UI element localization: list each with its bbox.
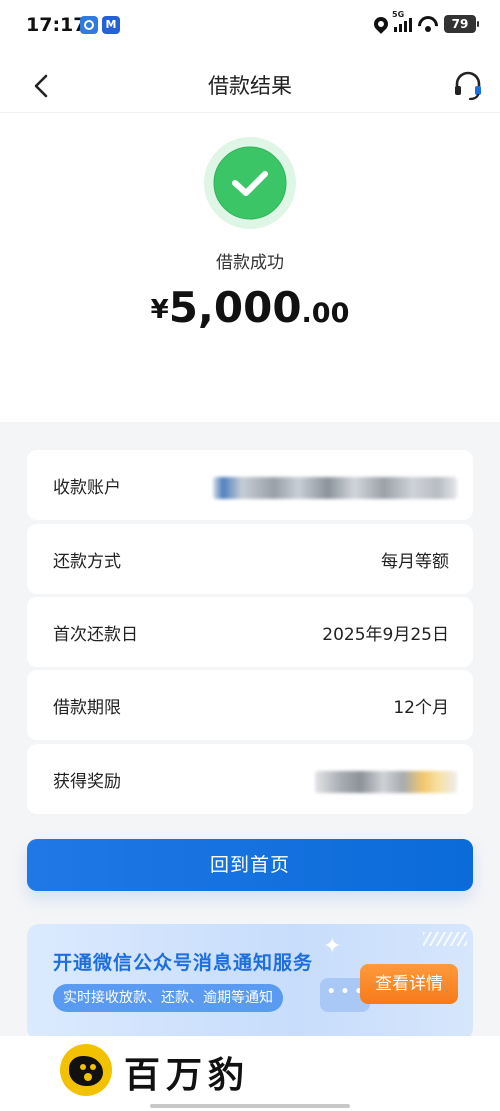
customer-service-button[interactable] — [450, 68, 486, 104]
page-title: 借款结果 — [208, 74, 292, 98]
sparkle-icon: ✦ — [323, 934, 342, 959]
battery-icon: 79 — [444, 15, 479, 33]
back-to-home-button[interactable]: 回到首页 — [27, 839, 473, 891]
banner-title: 开通微信公众号消息通知服务 — [53, 952, 314, 974]
row-value: 每月等额 — [381, 552, 449, 572]
detail-row-reward: 获得奖励 — [27, 744, 473, 814]
location-icon — [371, 14, 391, 34]
leopard-logo-icon — [60, 1044, 112, 1096]
wechat-notification-banner[interactable]: ✦ 开通微信公众号消息通知服务 实时接收放款、还款、逾期等通知 查看详情 — [27, 924, 473, 1040]
decorative-stripes — [423, 932, 467, 946]
status-time: 17:17 — [26, 14, 87, 36]
row-value: 12个月 — [393, 698, 449, 718]
row-label: 获得奖励 — [53, 772, 121, 792]
banner-subtitle: 实时接收放款、还款、逾期等通知 — [53, 984, 283, 1012]
watermark-text: 百万豹 — [124, 1054, 251, 1096]
blurred-account-number — [213, 477, 457, 499]
checkmark-circle-icon — [204, 137, 296, 229]
row-label: 首次还款日 — [53, 625, 138, 645]
detail-row-account: 收款账户 — [27, 450, 473, 520]
loan-amount: ¥5,000.00 — [0, 283, 500, 332]
notification-app-badge-icon: M — [102, 16, 120, 34]
nav-bar: 借款结果 — [0, 58, 500, 113]
blurred-reward-value — [315, 771, 457, 793]
watermark: 百万豹 — [0, 1036, 500, 1111]
status-bar: 17:17 M 5G 79 — [0, 0, 500, 52]
notification-app-icon — [80, 16, 98, 34]
status-indicators: 5G 79 — [371, 10, 479, 34]
home-indicator[interactable] — [150, 1104, 350, 1108]
wifi-icon — [418, 16, 438, 32]
detail-row-term: 借款期限 12个月 — [27, 670, 473, 740]
row-label: 还款方式 — [53, 552, 121, 572]
amount-integer: 5,000 — [168, 283, 302, 332]
row-value: 2025年9月25日 — [322, 625, 449, 645]
detail-row-first-repayment: 首次还款日 2025年9月25日 — [27, 597, 473, 667]
row-label: 借款期限 — [53, 698, 121, 718]
signal-icon: 5G — [392, 10, 412, 32]
currency-symbol: ¥ — [150, 295, 169, 325]
view-details-button[interactable]: 查看详情 — [360, 964, 458, 1004]
result-status: 借款成功 — [216, 253, 284, 273]
amount-decimal: .00 — [301, 298, 350, 329]
detail-row-repayment-method: 还款方式 每月等额 — [27, 524, 473, 594]
network-type: 5G — [392, 10, 405, 19]
headset-icon — [455, 71, 481, 101]
row-label: 收款账户 — [53, 478, 121, 498]
